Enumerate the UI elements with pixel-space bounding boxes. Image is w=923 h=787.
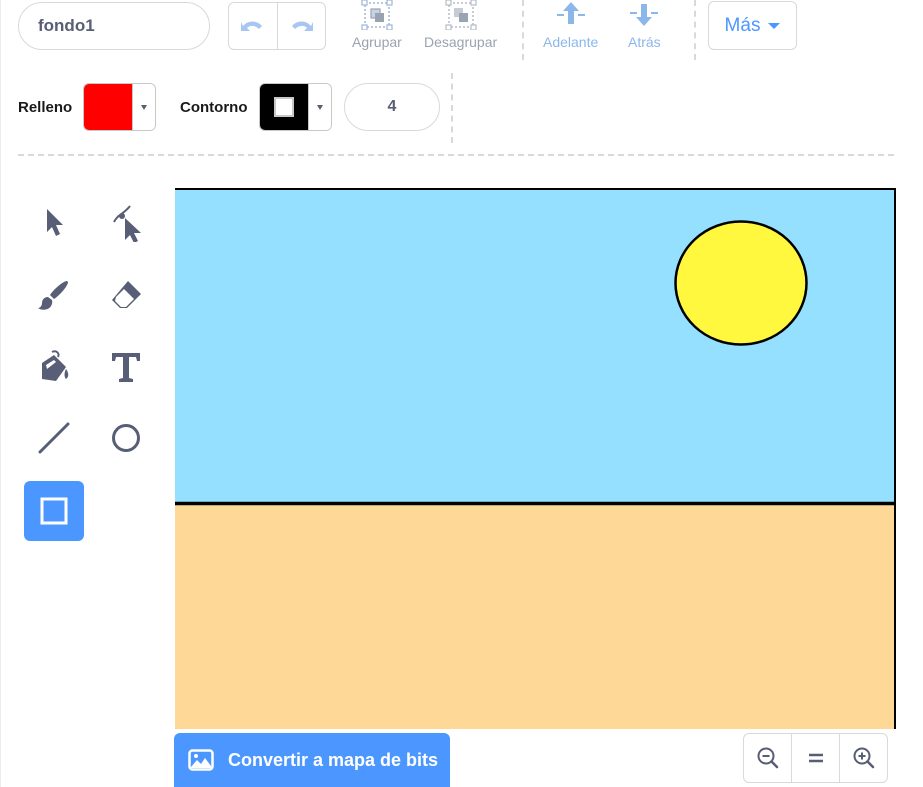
outline-width-input[interactable] (344, 83, 440, 131)
toolbar-divider (451, 73, 453, 143)
redo-button[interactable] (276, 3, 325, 49)
image-icon (188, 749, 214, 771)
ungroup-icon (444, 0, 477, 30)
fill-dropdown[interactable] (132, 84, 155, 130)
more-label: Más (724, 14, 761, 36)
group-icon (361, 0, 393, 30)
zoom-in-button[interactable] (839, 734, 887, 782)
reshape-tool[interactable] (96, 192, 156, 252)
backward-label: Atrás (628, 34, 661, 50)
outline-dropdown[interactable] (308, 84, 331, 130)
eraser-tool[interactable] (96, 265, 156, 325)
fill-tool[interactable] (24, 337, 84, 397)
ungroup-label: Desagrupar (424, 34, 498, 50)
zoom-out-button[interactable] (744, 734, 791, 782)
fill-label: Relleno (18, 99, 73, 116)
forward-label: Adelante (543, 34, 599, 50)
caret-down-icon (317, 104, 323, 110)
line-tool[interactable] (24, 408, 84, 468)
sand-shape[interactable] (175, 504, 896, 729)
costume-name-input[interactable] (18, 2, 210, 50)
more-button[interactable]: Más (708, 1, 797, 50)
zoom-controls (743, 733, 888, 783)
zoom-reset-button[interactable] (791, 734, 839, 782)
outline-inner-square-icon (274, 97, 294, 117)
undo-redo-group (228, 2, 326, 50)
redo-icon (292, 21, 314, 31)
text-tool[interactable] (96, 337, 156, 397)
sun-shape[interactable] (674, 220, 808, 346)
rectangle-tool[interactable] (24, 481, 84, 541)
undo-icon (240, 21, 262, 31)
outline-swatch (260, 84, 308, 130)
caret-down-icon (141, 104, 147, 110)
toolbar-divider (694, 0, 696, 60)
undo-button[interactable] (229, 3, 277, 49)
group-button[interactable]: Agrupar (352, 0, 402, 50)
ungroup-button[interactable]: Desagrupar (424, 0, 497, 50)
fill-swatch (84, 84, 132, 130)
brush-icon (38, 281, 68, 310)
zoom-reset-icon (808, 753, 823, 763)
circle-tool[interactable] (96, 408, 156, 468)
caret-down-icon (768, 22, 781, 29)
backward-icon (630, 4, 659, 26)
forward-icon (556, 2, 585, 24)
rectangle-icon (40, 497, 68, 525)
select-arrow-icon (47, 209, 63, 236)
backward-button[interactable]: Atrás (628, 0, 661, 50)
eraser-icon (112, 281, 141, 308)
toolbar-separator (18, 154, 894, 156)
paint-canvas[interactable] (175, 188, 896, 729)
editor-left-border (0, 0, 1, 787)
line-icon (38, 422, 70, 454)
circle-icon (112, 424, 140, 452)
brush-tool[interactable] (24, 265, 84, 325)
convert-to-bitmap-label: Convertir a mapa de bits (228, 749, 439, 770)
zoom-in-icon (853, 747, 874, 769)
zoom-out-icon (757, 747, 778, 769)
text-icon (112, 353, 140, 382)
outline-color-button[interactable] (259, 83, 332, 131)
select-tool[interactable] (24, 192, 84, 252)
forward-button[interactable]: Adelante (543, 0, 598, 50)
toolbar-divider (522, 0, 524, 60)
fill-color-button[interactable] (83, 83, 156, 131)
group-label: Agrupar (352, 34, 402, 50)
sky-shape[interactable] (175, 188, 896, 504)
outline-label: Contorno (180, 99, 248, 116)
fill-bucket-icon (42, 350, 69, 381)
reshape-icon (113, 205, 141, 242)
convert-to-bitmap-button[interactable]: Convertir a mapa de bits (174, 733, 450, 787)
